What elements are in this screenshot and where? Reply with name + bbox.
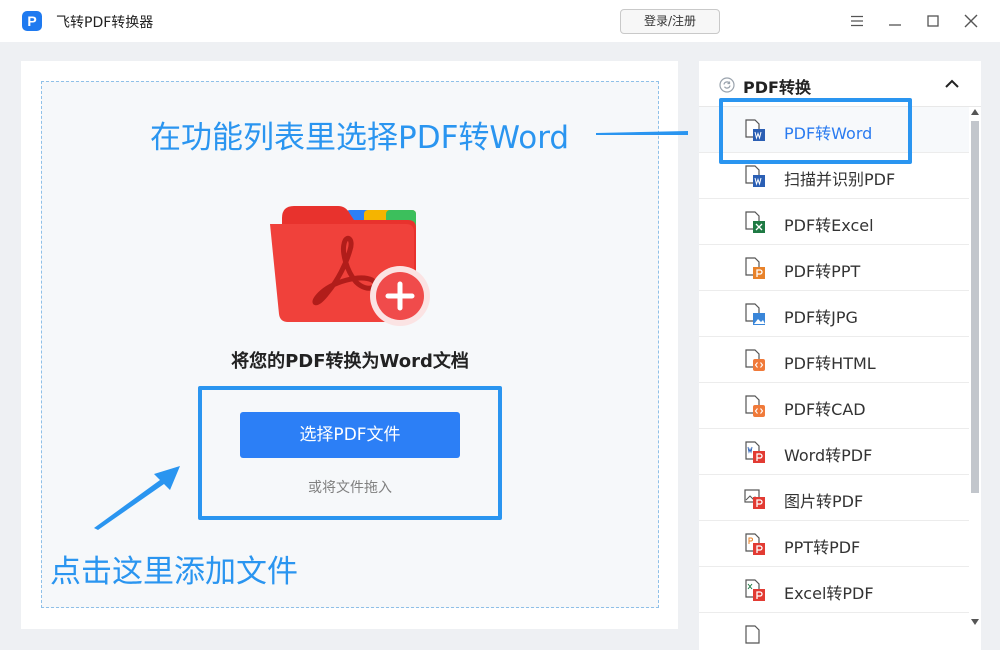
login-button[interactable]: 登录/注册 <box>620 9 720 34</box>
sidebar-item-partial[interactable] <box>699 613 969 650</box>
svg-text:P: P <box>27 13 36 29</box>
title-bar: P 飞转PDF转换器 登录/注册 <box>0 0 1000 42</box>
sidebar-item-pdf-to-excel[interactable]: PDF转Excel <box>699 199 969 245</box>
ppt-to-pdf-icon <box>745 533 765 555</box>
arrow-up-annotation <box>94 466 180 530</box>
hamburger-icon[interactable] <box>846 10 868 32</box>
maximize-icon[interactable] <box>922 10 944 32</box>
chevron-up-icon[interactable] <box>943 75 961 93</box>
pdf-to-cad-icon <box>745 395 765 417</box>
convert-subtitle: 将您的PDF转换为Word文档 <box>231 351 469 372</box>
pdf-to-html-icon <box>745 349 765 371</box>
choose-pdf-button[interactable]: 选择PDF文件 <box>240 412 460 458</box>
scan-pdf-icon <box>745 165 765 187</box>
sidebar-item-image-to-pdf[interactable]: 图片转PDF <box>699 475 969 521</box>
sidebar-item-pdf-to-ppt[interactable]: PDF转PPT <box>699 245 969 291</box>
sidebar-scrollbar[interactable] <box>970 107 980 627</box>
excel-to-pdf-icon <box>745 579 765 601</box>
sidebar-item-ppt-to-pdf[interactable]: PPT转PDF <box>699 521 969 567</box>
pdf-folder-icon <box>270 206 430 326</box>
annotation-add-file: 点击这里添加文件 <box>50 554 298 590</box>
annotation-select-feature: 在功能列表里选择PDF转Word <box>150 120 570 156</box>
sidebar-item-excel-to-pdf[interactable]: Excel转PDF <box>699 567 969 613</box>
feature-highlight-box <box>719 98 912 164</box>
sidebar-item-pdf-to-html[interactable]: PDF转HTML <box>699 337 969 383</box>
sidebar-header-title: PDF转换 <box>743 78 811 97</box>
file-icon <box>745 625 760 644</box>
image-to-pdf-icon <box>744 489 765 509</box>
sidebar-item-word-to-pdf[interactable]: Word转PDF <box>699 429 969 475</box>
app-title: 飞转PDF转换器 <box>56 15 154 31</box>
pdf-to-excel-icon <box>745 211 765 233</box>
sidebar-item-pdf-to-cad[interactable]: PDF转CAD <box>699 383 969 429</box>
pdf-to-jpg-icon <box>745 303 765 325</box>
pdf-to-ppt-icon <box>745 257 765 279</box>
minimize-icon[interactable] <box>884 10 906 32</box>
sidebar-item-pdf-to-jpg[interactable]: PDF转JPG <box>699 291 969 337</box>
refresh-icon <box>719 77 735 93</box>
close-icon[interactable] <box>960 10 982 32</box>
word-to-pdf-icon <box>745 441 765 463</box>
app-logo: P <box>22 11 42 31</box>
drag-hint: 或将文件拖入 <box>308 480 392 496</box>
